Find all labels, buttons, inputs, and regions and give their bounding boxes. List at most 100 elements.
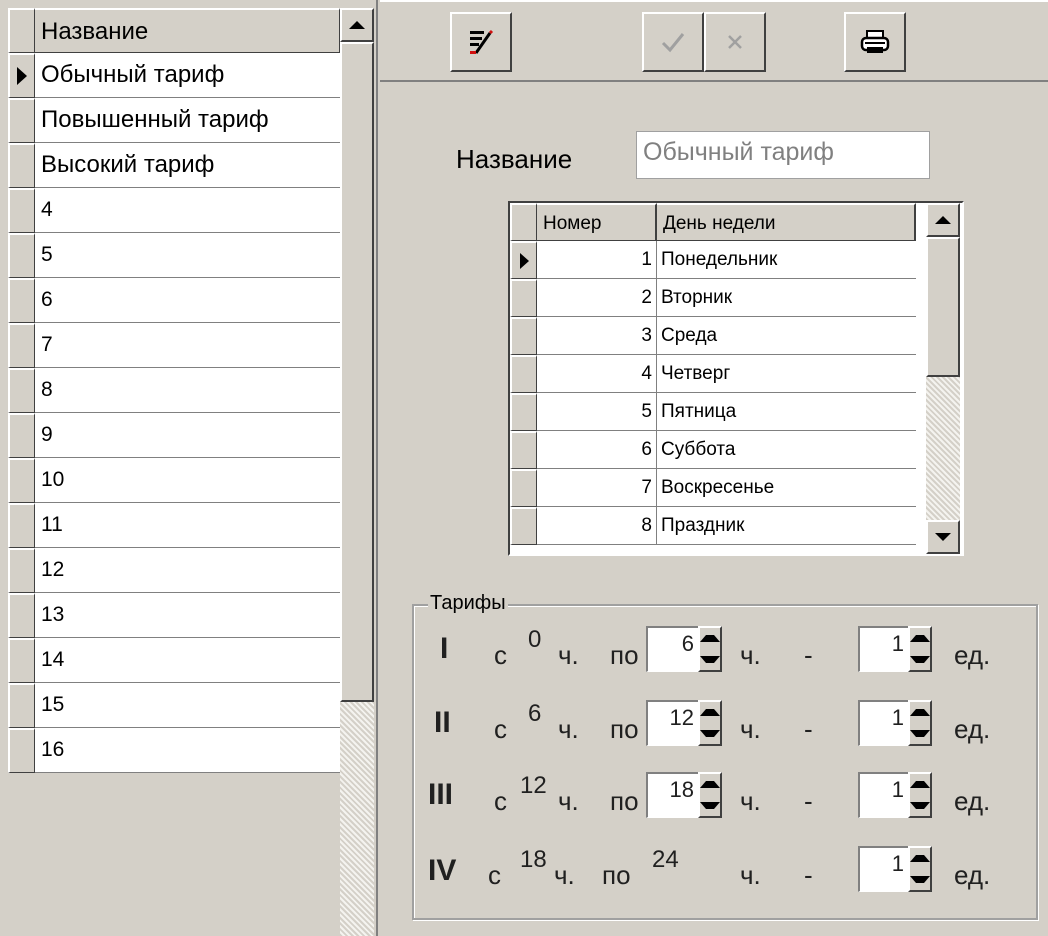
scroll-thumb[interactable] xyxy=(340,42,374,702)
weekday-number-cell[interactable]: 5 xyxy=(537,393,657,431)
weekday-row[interactable]: 3 Среда xyxy=(510,317,916,355)
weekday-number-cell[interactable]: 3 xyxy=(537,317,657,355)
spin-down-icon[interactable] xyxy=(700,795,720,816)
weekday-name-cell[interactable]: Воскресенье xyxy=(657,469,916,507)
tariff-list-row[interactable]: 9 xyxy=(8,413,340,458)
to-hour-spinner[interactable]: 12 xyxy=(646,700,722,746)
weekday-name-cell[interactable]: Среда xyxy=(657,317,916,355)
tariff-list-cell[interactable]: Высокий тариф xyxy=(35,143,340,188)
scroll-down-button[interactable] xyxy=(926,520,960,554)
weekday-name-cell[interactable]: Праздник xyxy=(657,507,916,545)
scroll-thumb[interactable] xyxy=(926,237,960,377)
units-value[interactable]: 1 xyxy=(858,626,908,672)
tariff-list-cell[interactable]: 4 xyxy=(35,188,340,233)
spin-buttons[interactable] xyxy=(908,772,932,818)
weekday-row[interactable]: 4 Четверг xyxy=(510,355,916,393)
spin-down-icon[interactable] xyxy=(700,723,720,744)
scroll-up-button[interactable] xyxy=(926,203,960,237)
spin-up-icon[interactable] xyxy=(910,848,930,869)
tariff-list-row[interactable]: 16 xyxy=(8,728,340,773)
spin-down-icon[interactable] xyxy=(910,795,930,816)
weekday-row[interactable]: 2 Вторник xyxy=(510,279,916,317)
to-hour-spinner[interactable]: 6 xyxy=(646,626,722,672)
spin-down-icon[interactable] xyxy=(910,649,930,670)
edit-button[interactable] xyxy=(450,12,512,72)
spin-down-icon[interactable] xyxy=(910,869,930,890)
units-value[interactable]: 1 xyxy=(858,772,908,818)
tariff-list-row[interactable]: 11 xyxy=(8,503,340,548)
tariff-list-cell[interactable]: 16 xyxy=(35,728,340,773)
units-spinner[interactable]: 1 xyxy=(858,846,932,892)
to-hour-spinner[interactable]: 18 xyxy=(646,772,722,818)
scroll-up-button[interactable] xyxy=(340,8,374,42)
tariff-list-row[interactable]: Обычный тариф xyxy=(8,53,340,98)
tariff-list-cell[interactable]: 12 xyxy=(35,548,340,593)
weekday-name-cell[interactable]: Четверг xyxy=(657,355,916,393)
spin-down-icon[interactable] xyxy=(700,649,720,670)
spin-up-icon[interactable] xyxy=(700,702,720,723)
spin-buttons[interactable] xyxy=(908,700,932,746)
tariff-list-row[interactable]: 13 xyxy=(8,593,340,638)
tariff-list-cell[interactable]: 13 xyxy=(35,593,340,638)
weekday-row[interactable]: 1 Понедельник xyxy=(510,241,916,279)
weekday-number-cell[interactable]: 7 xyxy=(537,469,657,507)
to-hour-value[interactable]: 6 xyxy=(646,626,698,672)
tariff-list-row[interactable]: Высокий тариф xyxy=(8,143,340,188)
weekday-name-cell[interactable]: Вторник xyxy=(657,279,916,317)
column-header-day[interactable]: День недели xyxy=(657,203,916,241)
tariff-list-cell[interactable]: Повышенный тариф xyxy=(35,98,340,143)
tariff-list-row[interactable]: 5 xyxy=(8,233,340,278)
spin-up-icon[interactable] xyxy=(910,774,930,795)
tariff-list-row[interactable]: 8 xyxy=(8,368,340,413)
weekday-row[interactable]: 8 Праздник xyxy=(510,507,916,545)
column-header-name[interactable]: Название xyxy=(35,8,340,53)
weekday-row[interactable]: 7 Воскресенье xyxy=(510,469,916,507)
spin-up-icon[interactable] xyxy=(700,774,720,795)
print-button[interactable] xyxy=(844,12,906,72)
tariff-list-cell[interactable]: 11 xyxy=(35,503,340,548)
units-spinner[interactable]: 1 xyxy=(858,700,932,746)
weekday-name-cell[interactable]: Суббота xyxy=(657,431,916,469)
weekday-scrollbar[interactable] xyxy=(926,203,960,554)
column-header-number[interactable]: Номер xyxy=(537,203,657,241)
tariff-list-row[interactable]: 10 xyxy=(8,458,340,503)
units-spinner[interactable]: 1 xyxy=(858,626,932,672)
spin-buttons[interactable] xyxy=(698,772,722,818)
tariff-list-cell[interactable]: 9 xyxy=(35,413,340,458)
tariff-list-cell[interactable]: 7 xyxy=(35,323,340,368)
units-value[interactable]: 1 xyxy=(858,700,908,746)
to-hour-value[interactable]: 12 xyxy=(646,700,698,746)
tariff-list-row[interactable]: 7 xyxy=(8,323,340,368)
units-spinner[interactable]: 1 xyxy=(858,772,932,818)
spin-buttons[interactable] xyxy=(698,626,722,672)
weekday-number-cell[interactable]: 4 xyxy=(537,355,657,393)
spin-up-icon[interactable] xyxy=(910,628,930,649)
spin-up-icon[interactable] xyxy=(910,702,930,723)
to-hour-value[interactable]: 18 xyxy=(646,772,698,818)
weekday-name-cell[interactable]: Пятница xyxy=(657,393,916,431)
weekday-row[interactable]: 6 Суббота xyxy=(510,431,916,469)
tariff-list-row[interactable]: 15 xyxy=(8,683,340,728)
tariff-list-cell[interactable]: 8 xyxy=(35,368,340,413)
weekday-row[interactable]: 5 Пятница xyxy=(510,393,916,431)
tariff-list-row[interactable]: 4 xyxy=(8,188,340,233)
tariff-list-cell[interactable]: 5 xyxy=(35,233,340,278)
spin-up-icon[interactable] xyxy=(700,628,720,649)
tariff-list-row[interactable]: 12 xyxy=(8,548,340,593)
weekday-number-cell[interactable]: 8 xyxy=(537,507,657,545)
weekday-name-cell[interactable]: Понедельник xyxy=(657,241,916,279)
spin-buttons[interactable] xyxy=(698,700,722,746)
tariff-list-row[interactable]: Повышенный тариф xyxy=(8,98,340,143)
units-value[interactable]: 1 xyxy=(858,846,908,892)
tariff-list-cell[interactable]: 6 xyxy=(35,278,340,323)
spin-buttons[interactable] xyxy=(908,626,932,672)
tariff-list-cell[interactable]: 10 xyxy=(35,458,340,503)
post-button[interactable] xyxy=(642,12,704,72)
tariff-list-scrollbar[interactable] xyxy=(340,8,374,936)
weekday-number-cell[interactable]: 1 xyxy=(537,241,657,279)
tariff-list-cell[interactable]: 14 xyxy=(35,638,340,683)
weekday-number-cell[interactable]: 6 xyxy=(537,431,657,469)
tariff-list-cell[interactable]: 15 xyxy=(35,683,340,728)
tariff-list-row[interactable]: 14 xyxy=(8,638,340,683)
name-field[interactable]: Обычный тариф xyxy=(636,131,930,179)
